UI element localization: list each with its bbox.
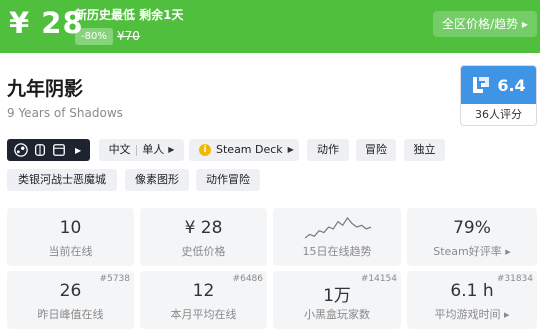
stat-label: 15日在线趋势: [302, 245, 372, 258]
discount-badge: -80%: [75, 28, 113, 45]
tag-pixel-graphics[interactable]: 像素图形: [125, 169, 189, 191]
stat-current-online: 10 当前在线: [7, 208, 134, 266]
current-price: ¥ 28: [9, 6, 84, 40]
steam-icon: [14, 143, 28, 157]
language-players-tag[interactable]: 中文 | 单人 ▶: [99, 139, 184, 161]
stat-heybox-players: #14154 1万 小黑盒玩家数: [273, 271, 401, 329]
stat-value: 1万: [323, 286, 351, 306]
region-price-trend-button[interactable]: 全区价格/趋势 ▸: [433, 11, 537, 37]
score-header: 6.4: [461, 66, 536, 104]
stat-label: 平均游戏时间 ▸: [434, 308, 510, 321]
tag-action-adventure[interactable]: 动作冒险: [196, 169, 260, 191]
steam-deck-label: Steam Deck: [216, 143, 283, 156]
info-icon: i: [199, 144, 211, 156]
stat-label: Steam好评率 ▸: [433, 245, 511, 258]
stat-label: 小黑盒玩家数: [304, 308, 370, 321]
game-subtitle: 9 Years of Shadows: [7, 106, 123, 120]
chevron-right-icon: ▶: [287, 145, 294, 154]
stat-month-average: #6486 12 本月平均在线: [140, 271, 267, 329]
tag-metroidvania[interactable]: 类银河战士恶魔城: [7, 169, 117, 191]
stat-value: 12: [192, 281, 215, 301]
stat-15day-trend[interactable]: 15日在线趋势: [273, 208, 401, 266]
lowest-price-notice: 新历史最低 剩余1天: [75, 8, 184, 22]
trend-sparkline: [305, 216, 371, 239]
language-label: 中文: [108, 143, 131, 156]
stat-label: 昨日峰值在线: [37, 308, 104, 321]
chevron-right-icon: ▶: [75, 145, 82, 155]
stat-label: 当前在线: [48, 245, 93, 258]
stat-value: 10: [59, 218, 82, 238]
stat-value: 6.1 h: [450, 281, 494, 301]
stat-label: 史低价格: [181, 245, 226, 258]
tag-adventure[interactable]: 冒险: [356, 139, 396, 161]
stat-value: ¥ 28: [184, 218, 223, 238]
original-price: ¥70: [117, 29, 140, 43]
game-title: 九年阴影: [7, 78, 84, 100]
stat-average-playtime[interactable]: #31834 6.1 h 平均游戏时间 ▸: [407, 271, 537, 329]
stat-steam-rating[interactable]: 79% Steam好评率 ▸: [407, 208, 537, 266]
window-icon: [53, 144, 65, 156]
score-box[interactable]: 6.4 36人评分: [460, 65, 537, 126]
tag-indie[interactable]: 独立: [404, 139, 445, 161]
stat-value: 79%: [453, 218, 491, 238]
tag-action[interactable]: 动作: [307, 139, 349, 161]
chevron-right-icon: ▶: [168, 145, 175, 154]
score-value: 6.4: [497, 75, 526, 95]
platform-selector[interactable]: ▶: [7, 139, 90, 161]
stat-yesterday-peak: #5738 26 昨日峰值在线: [7, 271, 134, 329]
controller-icon: [34, 144, 46, 156]
players-label: 单人: [142, 143, 165, 156]
price-banner: ¥ 28 新历史最低 剩余1天 -80% ¥70 全区价格/趋势 ▸: [0, 0, 540, 53]
steam-deck-tag[interactable]: i Steam Deck ▶: [189, 139, 299, 161]
rating-logo-icon: [473, 77, 490, 93]
separator: |: [134, 143, 139, 156]
stat-lowest-price: ¥ 28 史低价格: [140, 208, 267, 266]
trend-line: [305, 216, 371, 239]
stat-value: 26: [59, 281, 82, 301]
stat-label: 本月平均在线: [170, 308, 237, 321]
score-count: 36人评分: [475, 108, 522, 121]
